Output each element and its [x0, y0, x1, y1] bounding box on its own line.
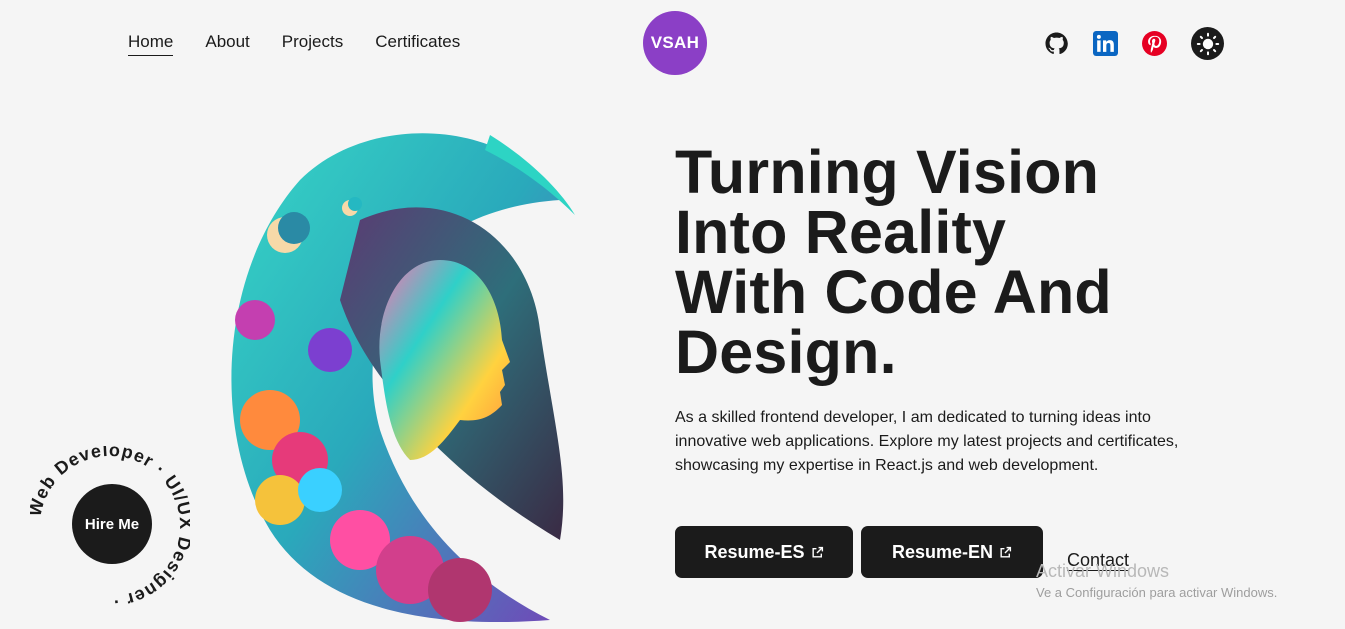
github-icon[interactable]: [1044, 31, 1069, 56]
headline-line: With Code And: [675, 258, 1112, 326]
nav-certificates[interactable]: Certificates: [375, 32, 460, 55]
linkedin-icon[interactable]: [1093, 31, 1118, 56]
resume-es-label: Resume-ES: [704, 541, 805, 562]
nav-home[interactable]: Home: [128, 32, 174, 56]
external-link-icon: [1000, 546, 1012, 558]
sun-icon[interactable]: [1191, 27, 1224, 60]
site-logo[interactable]: VSAH: [643, 11, 707, 75]
headline-line: Design.: [675, 318, 897, 386]
resume-en-button[interactable]: Resume-EN: [861, 526, 1043, 578]
windows-activation-title: Activar Windows: [1036, 561, 1170, 581]
external-link-icon: [811, 546, 823, 558]
hero-headline: Turning Vision Into Reality With Code An…: [675, 138, 1235, 386]
resume-en-label: Resume-EN: [891, 541, 994, 562]
nav-links: Home About Projects Certificates: [128, 32, 460, 56]
headline-line: Into Reality: [675, 198, 1007, 266]
windows-activation-subtitle: Ve a Configuración para activar Windows.: [1036, 585, 1278, 600]
pinterest-icon[interactable]: [1142, 31, 1167, 56]
hero-illustration: [231, 133, 575, 623]
headline-line: Turning Vision: [675, 138, 1100, 206]
hire-me-button[interactable]: Hire Me: [72, 484, 152, 564]
nav-projects[interactable]: Projects: [282, 32, 343, 55]
social-links: [1044, 27, 1224, 60]
nav-about[interactable]: About: [205, 32, 249, 55]
hero-intro: As a skilled frontend developer, I am de…: [675, 409, 1179, 474]
top-navigation: Home About Projects Certificates VSAH: [0, 0, 1345, 86]
resume-es-button[interactable]: Resume-ES: [675, 526, 853, 578]
